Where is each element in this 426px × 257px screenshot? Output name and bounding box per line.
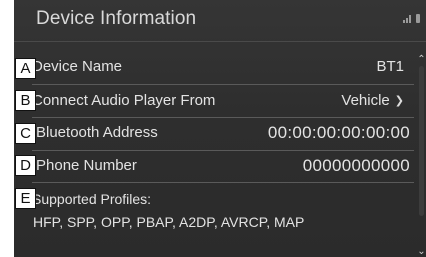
bluetooth-address-row: Bluetooth Address 00:00:00:00:00:00 (32, 123, 410, 145)
supported-profiles-value: HFP, SPP, OPP, PBAP, A2DP, AVRCP, MAP (33, 214, 305, 230)
connect-audio-player-value: Vehicle (341, 92, 390, 109)
device-name-value: BT1 (376, 58, 404, 75)
callout-d: D (15, 155, 36, 176)
callout-b: B (15, 90, 36, 111)
row-divider (32, 117, 414, 118)
status-icons (403, 14, 420, 23)
connect-audio-player-dropdown[interactable]: Vehicle ❯ (341, 92, 404, 109)
page-title: Device Information (36, 8, 197, 29)
signal-icon (403, 15, 412, 23)
scroll-up-icon[interactable]: ⌃ (417, 54, 426, 65)
phone-number-label: Phone Number (36, 157, 137, 174)
chevron-down-icon: ❯ (394, 95, 404, 107)
device-name-row[interactable]: Device Name BT1 (32, 58, 404, 78)
bluetooth-address-label: Bluetooth Address (36, 124, 158, 141)
phone-number-row: Phone Number 00000000000 (32, 156, 410, 178)
device-info-screen: Device Information Device Name BT1 Conne… (14, 0, 426, 257)
row-divider (32, 84, 414, 85)
bluetooth-address-value: 00:00:00:00:00:00 (267, 123, 410, 142)
connect-audio-player-row[interactable]: Connect Audio Player From Vehicle ❯ (32, 92, 404, 112)
scrollbar[interactable] (419, 66, 424, 216)
device-name-label: Device Name (32, 58, 123, 75)
connect-audio-player-label: Connect Audio Player From (32, 92, 216, 109)
callout-c: C (15, 123, 36, 144)
phone-number-value: 00000000000 (302, 156, 410, 175)
scroll-down-icon[interactable]: ⌄ (417, 246, 426, 257)
supported-profiles: Supported Profiles: HFP, SPP, OPP, PBAP,… (32, 188, 304, 234)
row-divider (32, 150, 414, 151)
callout-e: E (15, 188, 36, 209)
callout-a: A (15, 58, 36, 79)
battery-icon (416, 14, 420, 23)
supported-profiles-label: Supported Profiles: (32, 191, 152, 207)
title-divider (14, 41, 426, 42)
row-divider (32, 182, 414, 183)
